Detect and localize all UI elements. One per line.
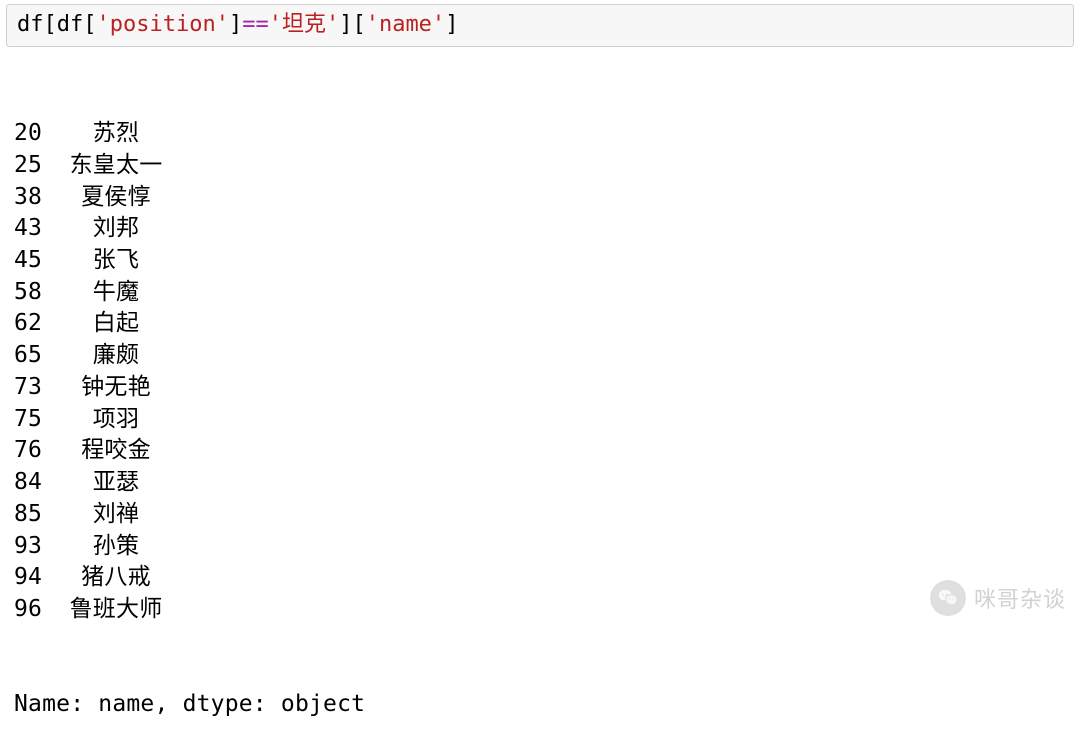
code-token-punct: ] xyxy=(229,12,242,37)
series-row: 38夏侯惇 xyxy=(14,182,1080,214)
row-index: 84 xyxy=(14,467,46,499)
series-row: 25东皇太一 xyxy=(14,150,1080,182)
series-footer: Name: name, dtype: object xyxy=(14,689,1080,721)
row-value: 鲁班大师 xyxy=(46,594,186,626)
row-value: 夏侯惇 xyxy=(46,182,186,214)
series-row: 75项羽 xyxy=(14,404,1080,436)
row-value: 东皇太一 xyxy=(46,150,186,182)
row-value: 猪八戒 xyxy=(46,562,186,594)
row-index: 62 xyxy=(14,308,46,340)
row-index: 25 xyxy=(14,150,46,182)
series-row: 96鲁班大师 xyxy=(14,594,1080,626)
series-row: 73钟无艳 xyxy=(14,372,1080,404)
series-row: 43刘邦 xyxy=(14,213,1080,245)
series-row: 65廉颇 xyxy=(14,340,1080,372)
series-row: 93孙策 xyxy=(14,531,1080,563)
code-token-var: df xyxy=(57,12,84,37)
row-index: 45 xyxy=(14,245,46,277)
code-token-string: '坦克' xyxy=(269,12,340,37)
row-index: 96 xyxy=(14,594,46,626)
row-value: 程咬金 xyxy=(46,435,186,467)
row-index: 85 xyxy=(14,499,46,531)
row-value: 苏烈 xyxy=(46,118,186,150)
row-value: 牛魔 xyxy=(46,277,186,309)
series-row: 20苏烈 xyxy=(14,118,1080,150)
row-index: 65 xyxy=(14,340,46,372)
code-token-punct: ] xyxy=(445,12,458,37)
watermark: 咪哥杂谈 xyxy=(930,580,1066,616)
code-token-punct: [ xyxy=(352,12,365,37)
series-row: 94猪八戒 xyxy=(14,562,1080,594)
series-row: 85刘禅 xyxy=(14,499,1080,531)
row-value: 刘邦 xyxy=(46,213,186,245)
row-index: 73 xyxy=(14,372,46,404)
row-value: 廉颇 xyxy=(46,340,186,372)
row-index: 75 xyxy=(14,404,46,436)
output-area: 20苏烈25东皇太一38夏侯惇43刘邦45张飞58牛魔62白起65廉颇73钟无艳… xyxy=(0,55,1080,753)
code-token-string: 'name' xyxy=(366,12,445,37)
code-token-string: 'position' xyxy=(97,12,229,37)
row-index: 20 xyxy=(14,118,46,150)
series-row: 58牛魔 xyxy=(14,277,1080,309)
code-token-var: df xyxy=(17,12,44,37)
row-index: 76 xyxy=(14,435,46,467)
row-index: 58 xyxy=(14,277,46,309)
row-index: 94 xyxy=(14,562,46,594)
series-row: 62白起 xyxy=(14,308,1080,340)
code-token-punct: [ xyxy=(44,12,57,37)
row-value: 孙策 xyxy=(46,531,186,563)
row-value: 张飞 xyxy=(46,245,186,277)
row-value: 刘禅 xyxy=(46,499,186,531)
row-value: 项羽 xyxy=(46,404,186,436)
row-index: 93 xyxy=(14,531,46,563)
series-rows: 20苏烈25东皇太一38夏侯惇43刘邦45张飞58牛魔62白起65廉颇73钟无艳… xyxy=(14,118,1080,626)
code-token-operator: == xyxy=(242,12,269,37)
code-input-cell[interactable]: df[df['position']=='坦克']['name'] xyxy=(6,4,1074,47)
series-row: 76程咬金 xyxy=(14,435,1080,467)
row-value: 白起 xyxy=(46,308,186,340)
series-row: 45张飞 xyxy=(14,245,1080,277)
series-row: 84亚瑟 xyxy=(14,467,1080,499)
row-index: 38 xyxy=(14,182,46,214)
watermark-text: 咪哥杂谈 xyxy=(974,582,1066,614)
wechat-icon xyxy=(930,580,966,616)
row-value: 钟无艳 xyxy=(46,372,186,404)
code-token-punct: ] xyxy=(339,12,352,37)
row-index: 43 xyxy=(14,213,46,245)
code-token-punct: [ xyxy=(83,12,96,37)
row-value: 亚瑟 xyxy=(46,467,186,499)
